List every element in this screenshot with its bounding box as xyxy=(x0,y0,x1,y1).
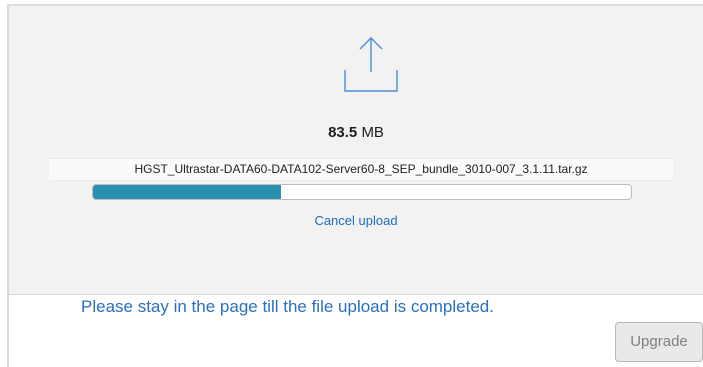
upload-arrow xyxy=(359,37,383,72)
upload-progress-fill xyxy=(93,185,282,199)
upgrade-button[interactable]: Upgrade xyxy=(615,322,703,362)
upload-size-unit: MB xyxy=(361,124,384,141)
upload-tray xyxy=(344,70,398,92)
upload-size-value: 83.5 xyxy=(328,124,358,141)
upload-filename: HGST_Ultrastar-DATA60-DATA102-Server60-8… xyxy=(49,158,673,181)
upload-size: 83.5 MB xyxy=(9,124,703,141)
upload-progress-bar xyxy=(92,184,632,200)
upload-page: 83.5 MB HGST_Ultrastar-DATA60-DATA102-Se… xyxy=(0,0,703,367)
upload-icon xyxy=(344,37,398,92)
upload-dropzone: 83.5 MB HGST_Ultrastar-DATA60-DATA102-Se… xyxy=(9,6,703,295)
cancel-upload-link[interactable]: Cancel upload xyxy=(9,213,703,228)
stay-on-page-notice: Please stay in the page till the file up… xyxy=(81,297,494,316)
